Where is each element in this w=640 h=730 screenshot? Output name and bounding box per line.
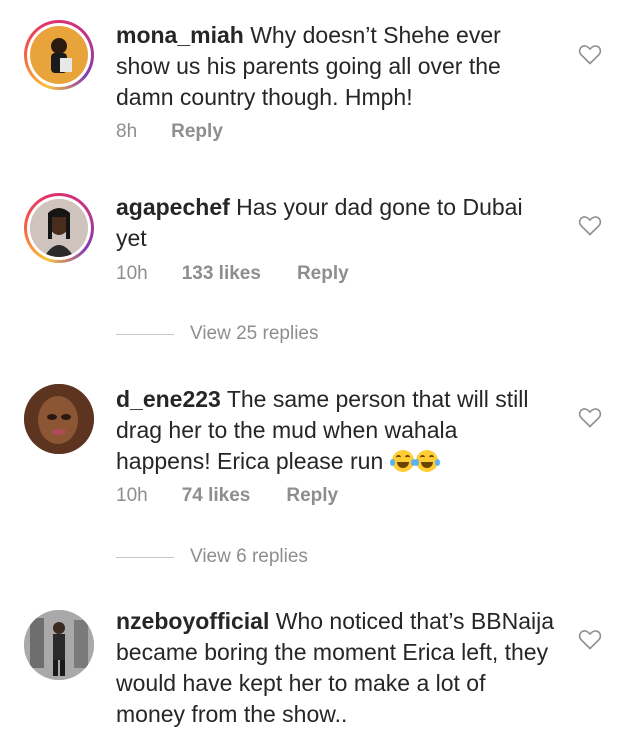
divider	[116, 556, 174, 558]
heart-outline-icon[interactable]	[578, 628, 602, 650]
heart-outline-icon[interactable]	[578, 406, 602, 428]
view-replies-label: View 6 replies	[190, 546, 308, 567]
username[interactable]: d_ene223	[116, 386, 221, 412]
view-replies-label: View 25 replies	[190, 323, 319, 344]
timestamp: 10h	[116, 263, 148, 284]
view-replies-button[interactable]: View 25 replies	[116, 323, 319, 345]
likes-count[interactable]: 133 likes	[182, 263, 261, 285]
timestamp: 10h	[116, 485, 148, 506]
divider	[116, 333, 174, 335]
avatar[interactable]	[24, 384, 94, 454]
avatar[interactable]	[24, 610, 94, 680]
view-replies-button[interactable]: View 6 replies	[116, 546, 308, 568]
reply-button[interactable]: Reply	[171, 121, 223, 143]
comment-text: mona_miah Why doesn’t Shehe ever show us…	[116, 20, 556, 113]
timestamp: 8h	[116, 121, 138, 142]
username[interactable]: agapechef	[116, 194, 230, 220]
comment-meta: 8h Reply	[116, 121, 223, 143]
heart-outline-icon[interactable]	[578, 43, 602, 65]
comment-meta: 10h 74 likes Reply	[116, 485, 338, 507]
comment-text: d_ene223 The same person that will still…	[116, 384, 556, 477]
comment-text: agapechef Has your dad gone to Dubai yet	[116, 192, 556, 254]
avatar-story-ring[interactable]	[24, 193, 94, 263]
reply-button[interactable]: Reply	[297, 263, 349, 285]
emoji-laughing-icon	[389, 448, 440, 474]
comment-meta: 10h 133 likes Reply	[116, 263, 349, 285]
comment-text: nzeboyofficial Who noticed that’s BBNaij…	[116, 606, 556, 730]
avatar	[30, 26, 88, 84]
avatar	[30, 199, 88, 257]
likes-count[interactable]: 74 likes	[182, 485, 251, 507]
username[interactable]: mona_miah	[116, 22, 244, 48]
heart-outline-icon[interactable]	[578, 214, 602, 236]
username[interactable]: nzeboyofficial	[116, 608, 269, 634]
avatar-story-ring[interactable]	[24, 20, 94, 90]
reply-button[interactable]: Reply	[286, 485, 338, 507]
